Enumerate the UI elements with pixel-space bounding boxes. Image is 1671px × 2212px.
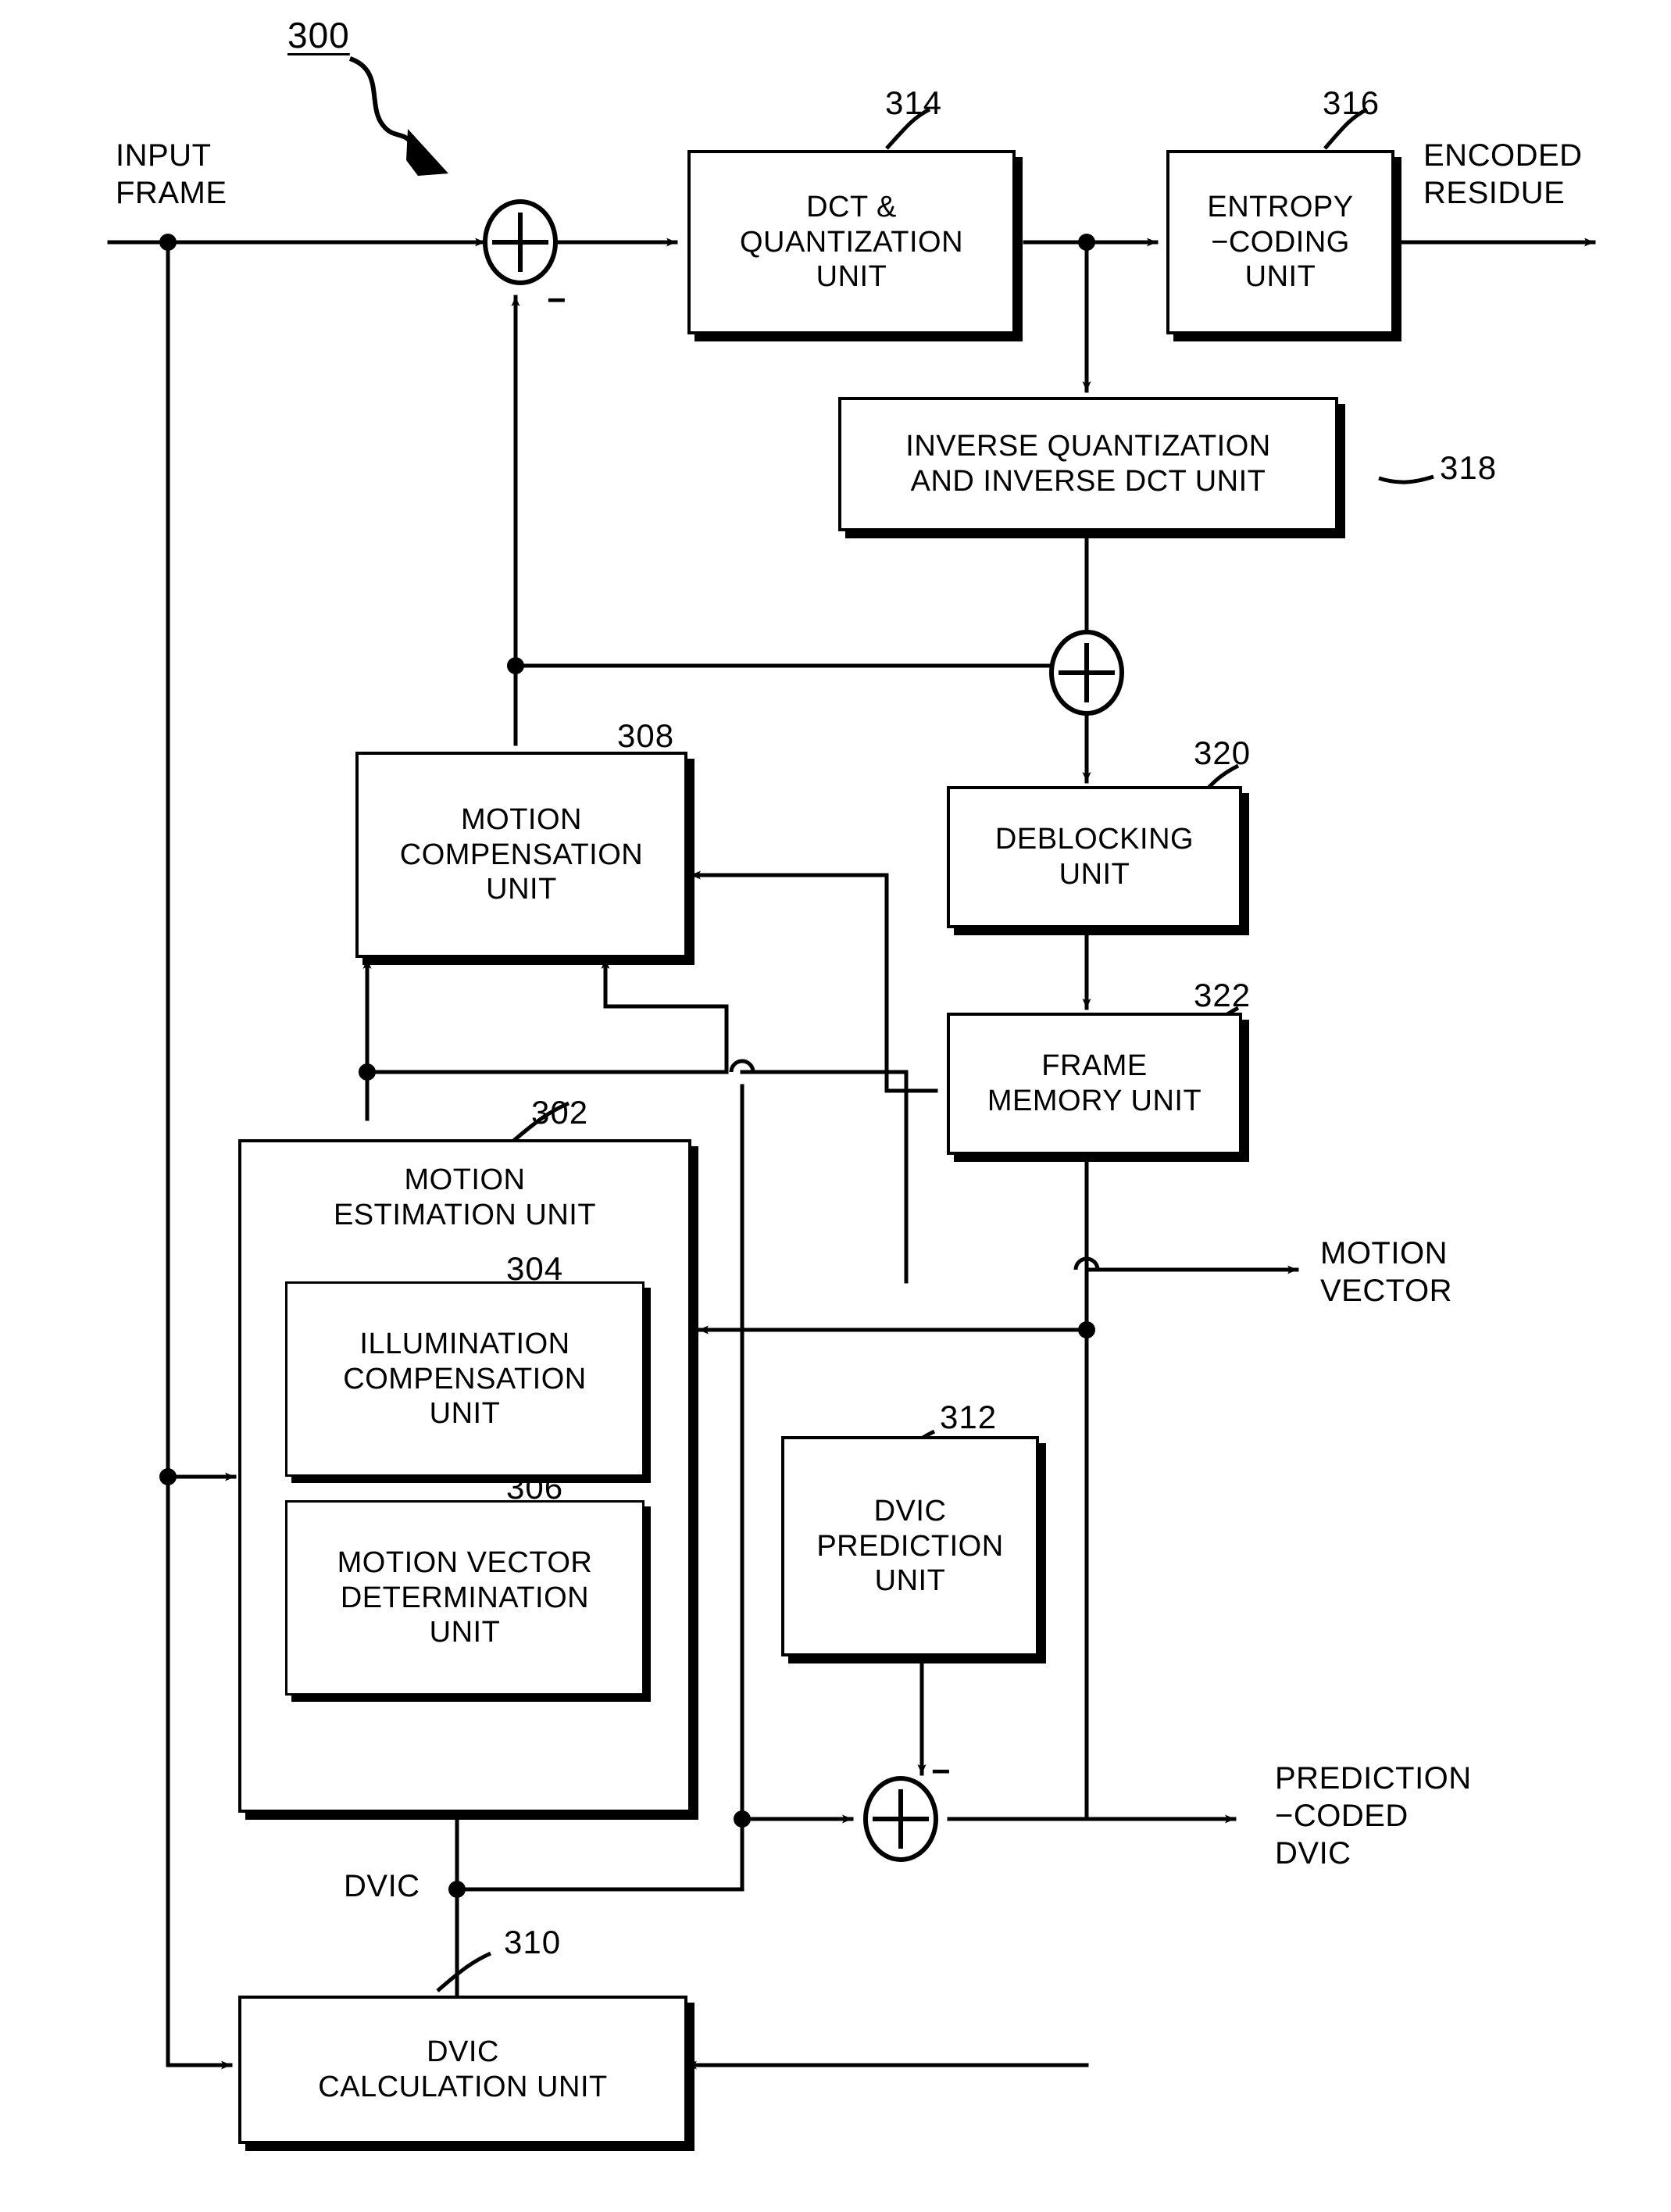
reference-number-322: 322 bbox=[1194, 977, 1251, 1013]
block-dvic-prediction-unit[interactable]: DVIC PREDICTION UNIT bbox=[781, 1436, 1039, 1656]
reference-number-304: 304 bbox=[506, 1250, 564, 1287]
minus-sign-top: − bbox=[547, 281, 566, 318]
reference-number-310: 310 bbox=[504, 1924, 562, 1960]
block-label: ENTROPY −CODING UNIT bbox=[1207, 190, 1354, 294]
block-label: FRAME MEMORY UNIT bbox=[987, 1049, 1202, 1117]
reference-number-312: 312 bbox=[940, 1399, 998, 1435]
reference-number-320: 320 bbox=[1194, 734, 1251, 771]
block-label: MOTION ESTIMATION UNIT bbox=[333, 1163, 597, 1231]
block-frame-memory-unit[interactable]: FRAME MEMORY UNIT bbox=[947, 1013, 1242, 1155]
block-motion-vector-determination-unit[interactable]: MOTION VECTOR DETERMINATION UNIT bbox=[285, 1500, 644, 1696]
io-label-encoded-residue: ENCODED RESIDUE bbox=[1423, 138, 1583, 210]
block-label: DCT & QUANTIZATION UNIT bbox=[739, 190, 964, 294]
io-label-motion-vector: MOTION VECTOR bbox=[1320, 1236, 1452, 1308]
block-label: MOTION COMPENSATION UNIT bbox=[399, 802, 644, 906]
block-dvic-calculation-unit[interactable]: DVIC CALCULATION UNIT bbox=[238, 1996, 687, 2144]
block-inverse-quantization-dct-unit[interactable]: INVERSE QUANTIZATION AND INVERSE DCT UNI… bbox=[838, 397, 1338, 531]
figure-leader bbox=[348, 56, 416, 150]
block-label: MOTION VECTOR DETERMINATION UNIT bbox=[337, 1546, 593, 1649]
block-deblocking-unit[interactable]: DEBLOCKING UNIT bbox=[947, 786, 1242, 928]
block-label: DEBLOCKING UNIT bbox=[994, 823, 1194, 891]
block-label: INVERSE QUANTIZATION AND INVERSE DCT UNI… bbox=[905, 430, 1271, 498]
reference-number-306: 306 bbox=[506, 1469, 564, 1506]
reference-number-308: 308 bbox=[617, 717, 675, 754]
io-label-dvic: DVIC bbox=[344, 1869, 420, 1903]
minus-sign-bottom: − bbox=[931, 1753, 951, 1789]
reference-number-316: 316 bbox=[1323, 84, 1380, 121]
figure-number: 300 bbox=[287, 15, 350, 55]
block-label: ILLUMINATION COMPENSATION UNIT bbox=[343, 1327, 587, 1431]
reference-number-318: 318 bbox=[1440, 449, 1498, 486]
block-motion-compensation-unit[interactable]: MOTION COMPENSATION UNIT bbox=[355, 752, 687, 958]
patent-figure-300: 300 INPUT FRAME ENCODED RESIDUE MOTION V… bbox=[0, 0, 1671, 2212]
block-label: DVIC PREDICTION UNIT bbox=[816, 1494, 1004, 1598]
block-illumination-compensation-unit[interactable]: ILLUMINATION COMPENSATION UNIT bbox=[285, 1281, 644, 1477]
block-label: DVIC CALCULATION UNIT bbox=[318, 2035, 608, 2103]
block-dct-quantization-unit[interactable]: DCT & QUANTIZATION UNIT bbox=[687, 150, 1016, 334]
io-label-input-frame: INPUT FRAME bbox=[116, 138, 227, 210]
block-entropy-coding-unit[interactable]: ENTROPY −CODING UNIT bbox=[1166, 150, 1394, 334]
reference-number-302: 302 bbox=[531, 1094, 589, 1131]
reference-number-314: 314 bbox=[885, 84, 943, 121]
io-label-prediction-coded-dvic: PREDICTION −CODED DVIC bbox=[1275, 1761, 1472, 1871]
